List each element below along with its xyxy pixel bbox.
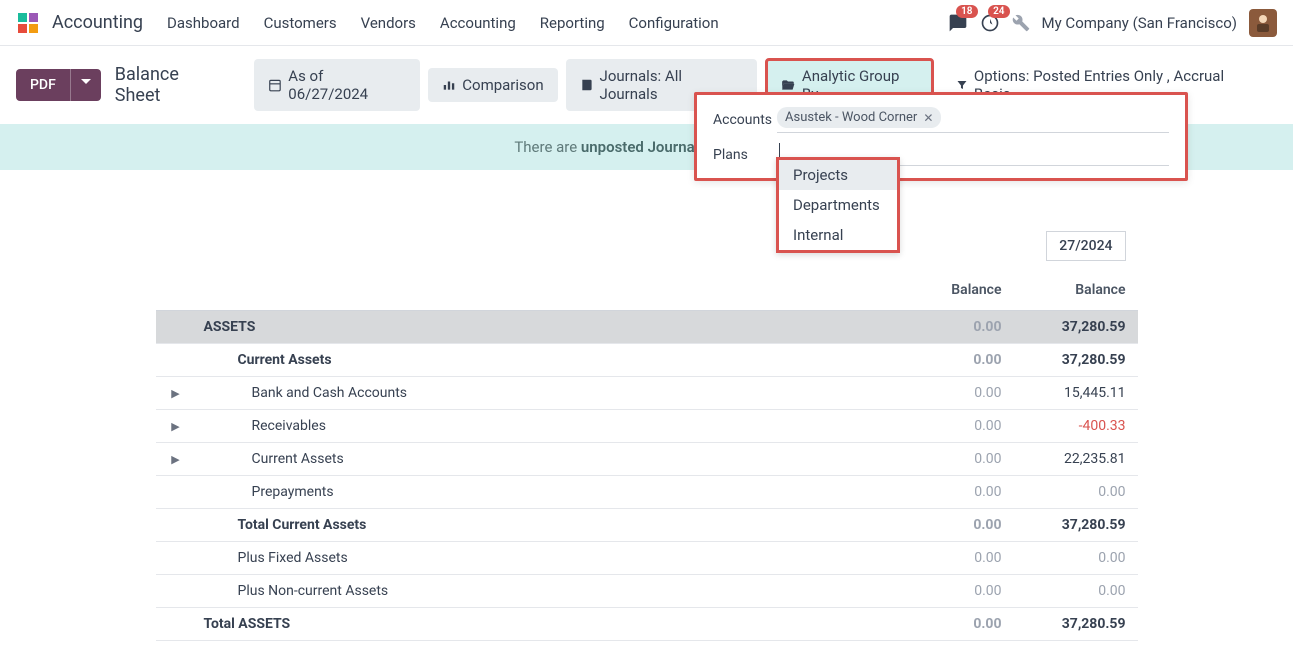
row-value-2: 37,280.59 [1014,352,1138,368]
report-balance-header: Balance Balance [156,270,1138,311]
app-name[interactable]: Accounting [52,12,143,33]
column-date[interactable]: 27/2024 [1046,231,1125,261]
row-value-1: 0.00 [890,517,1014,533]
nav-dashboard[interactable]: Dashboard [167,14,240,32]
folder-open-icon [780,78,796,92]
row-label: Total ASSETS [196,616,890,632]
chat-icon[interactable]: 18 [948,13,968,33]
balance-header-1: Balance [890,270,1014,310]
expand-icon[interactable]: ▶ [156,387,196,400]
plan-option-projects[interactable]: Projects [779,160,897,190]
row-value-2: 37,280.59 [1014,319,1138,335]
nav-reporting[interactable]: Reporting [540,14,605,32]
row-label: Plus Non-current Assets [196,583,890,599]
activity-icon[interactable]: 24 [980,13,1000,33]
user-avatar[interactable] [1249,9,1277,37]
plans-label: Plans [713,147,777,163]
row-label: Current Assets [196,451,890,467]
report-row[interactable]: Prepayments0.000.00 [156,476,1138,509]
row-value-1: 0.00 [890,550,1014,566]
book-icon [580,78,594,92]
row-value-2: 15,445.11 [1014,385,1138,401]
plans-dropdown: Projects Departments Internal [776,157,900,253]
report-title: Balance Sheet [115,64,229,106]
report-row[interactable]: Plus Non-current Assets0.000.00 [156,575,1138,608]
app-logo-icon [16,11,40,35]
balance-header-2: Balance [1014,270,1138,310]
row-label: Prepayments [196,484,890,500]
row-value-1: 0.00 [890,352,1014,368]
row-value-2: 0.00 [1014,583,1138,599]
row-value-2: 37,280.59 [1014,616,1138,632]
topbar-right: 18 24 My Company (San Francisco) [948,9,1277,37]
row-label: Current Assets [196,352,890,368]
report-row[interactable]: Total Current Assets0.0037,280.59 [156,509,1138,542]
row-value-1: 0.00 [890,616,1014,632]
report-row[interactable]: ▶Receivables0.00-400.33 [156,410,1138,443]
company-selector[interactable]: My Company (San Francisco) [1042,14,1237,32]
plan-option-internal[interactable]: Internal [779,220,897,250]
row-value-1: 0.00 [890,583,1014,599]
row-label: Plus Fixed Assets [196,550,890,566]
top-navbar: Accounting Dashboard Customers Vendors A… [0,0,1293,46]
chat-badge: 18 [956,5,977,18]
report-row[interactable]: ▶Current Assets0.0022,235.81 [156,443,1138,476]
nav-vendors[interactable]: Vendors [361,14,416,32]
calendar-icon [268,78,282,92]
report-date-header: 27/2024 [156,230,1138,262]
bar-chart-icon [442,78,456,92]
row-value-2: 22,235.81 [1014,451,1138,467]
row-value-2: -400.33 [1014,418,1138,434]
row-label: ASSETS [196,319,890,335]
analytic-popover: Accounts Asustek - Wood Corner ✕ Plans [694,92,1188,181]
report-row[interactable]: Total ASSETS0.0037,280.59 [156,608,1138,641]
row-label: Total Current Assets [196,517,890,533]
main-menu: Dashboard Customers Vendors Accounting R… [167,14,947,32]
nav-customers[interactable]: Customers [264,14,337,32]
nav-configuration[interactable]: Configuration [629,14,719,32]
report-row[interactable]: ▶Bank and Cash Accounts0.0015,445.11 [156,377,1138,410]
plan-option-departments[interactable]: Departments [779,190,897,220]
report-row[interactable]: Current Assets0.0037,280.59 [156,344,1138,377]
row-value-2: 0.00 [1014,484,1138,500]
row-value-2: 0.00 [1014,550,1138,566]
row-value-1: 0.00 [890,484,1014,500]
report-body: 27/2024 Balance Balance ASSETS0.0037,280… [136,170,1158,661]
accounts-field[interactable]: Asustek - Wood Corner ✕ [777,107,1169,133]
expand-icon[interactable]: ▶ [156,420,196,433]
row-value-1: 0.00 [890,418,1014,434]
row-label: Bank and Cash Accounts [196,385,890,401]
tools-icon[interactable] [1012,14,1030,32]
expand-icon[interactable]: ▶ [156,453,196,466]
report-row[interactable]: Plus Fixed Assets0.000.00 [156,542,1138,575]
row-value-1: 0.00 [890,319,1014,335]
accounts-label: Accounts [713,112,777,128]
row-label: Receivables [196,418,890,434]
report-row[interactable]: ASSETS0.0037,280.59 [156,311,1138,344]
nav-accounting[interactable]: Accounting [440,14,516,32]
accounts-row: Accounts Asustek - Wood Corner ✕ [713,107,1169,133]
asof-button[interactable]: As of 06/27/2024 [254,59,420,111]
row-value-2: 37,280.59 [1014,517,1138,533]
row-value-1: 0.00 [890,451,1014,467]
pdf-button[interactable]: PDF [16,69,70,101]
filter-icon [956,79,968,91]
activity-badge: 24 [988,5,1009,18]
account-tag: Asustek - Wood Corner ✕ [777,107,941,128]
pdf-dropdown[interactable] [70,69,101,101]
remove-tag-icon[interactable]: ✕ [923,111,933,125]
comparison-button[interactable]: Comparison [428,68,557,102]
pdf-button-group: PDF [16,69,101,101]
row-value-1: 0.00 [890,385,1014,401]
